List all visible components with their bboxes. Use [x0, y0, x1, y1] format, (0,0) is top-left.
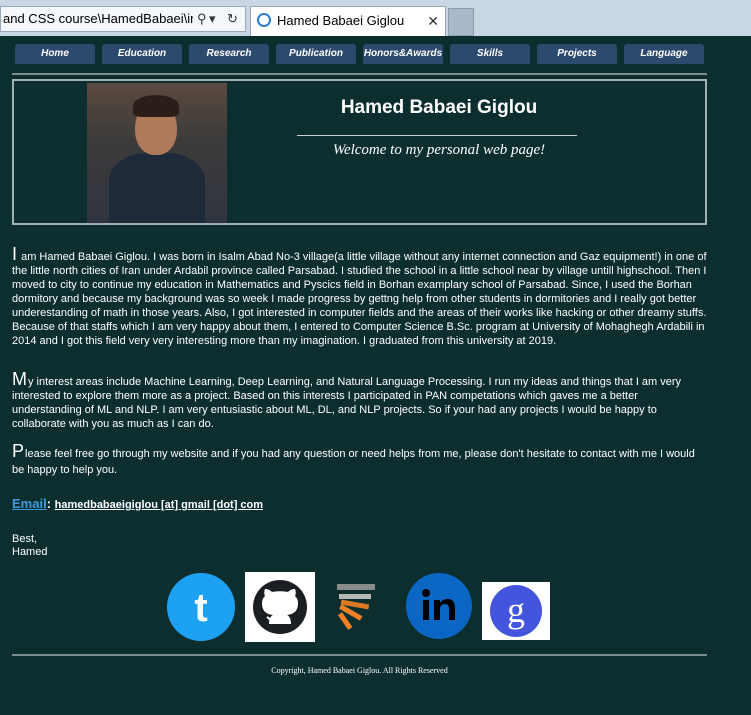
drop-cap: I — [12, 244, 18, 264]
bio-paragraph-2: My interest areas include Machine Learni… — [12, 369, 707, 431]
browser-toolbar: and CSS course\HamedBabaei\inde: ⚲ ▾ ↻ H… — [0, 0, 751, 36]
nav-research[interactable]: Research — [189, 44, 269, 64]
bio-text: y interest areas include Machine Learnin… — [12, 376, 682, 430]
drop-cap: P — [12, 441, 25, 461]
nav-home[interactable]: Home — [15, 44, 95, 64]
email-line: Email: hamedbabaeigiglou [at] gmail [dot… — [12, 496, 263, 511]
address-bar[interactable]: and CSS course\HamedBabaei\inde: ⚲ ▾ ↻ — [0, 6, 246, 32]
tab-title: Hamed Babaei Giglou — [277, 13, 405, 28]
email-separator: : — [46, 496, 55, 511]
signature-greeting: Best, — [12, 533, 38, 545]
nav-projects[interactable]: Projects — [537, 44, 617, 64]
linkedin-icon[interactable] — [405, 572, 473, 640]
signature: Best, Hamed — [12, 533, 47, 559]
footer-divider — [12, 654, 707, 656]
close-icon[interactable]: ✕ — [427, 7, 439, 35]
bio-paragraph-1: I am Hamed Babaei Giglou. I was born in … — [12, 244, 707, 348]
refresh-icon[interactable]: ↻ — [227, 7, 238, 31]
email-address-link[interactable]: hamedbabaeigiglou [at] gmail [dot] com — [55, 499, 263, 511]
search-icon[interactable]: ⚲ — [197, 7, 207, 31]
github-icon[interactable] — [245, 572, 315, 642]
nav-skills[interactable]: Skills — [450, 44, 530, 64]
welcome-text: Welcome to my personal web page! — [332, 142, 546, 158]
title-divider — [297, 135, 577, 136]
photo-hair — [133, 95, 179, 117]
google-scholar-icon[interactable]: g — [482, 582, 550, 640]
email-label[interactable]: Email — [12, 496, 47, 511]
photo-shirt — [109, 153, 205, 223]
twitter-icon[interactable]: t — [166, 572, 236, 642]
svg-text:t: t — [194, 586, 207, 630]
nav-language[interactable]: Language — [624, 44, 704, 64]
signature-name: Hamed — [12, 546, 48, 558]
svg-text:g: g — [507, 590, 525, 630]
divider — [12, 73, 707, 75]
address-text: and CSS course\HamedBabaei\inde: — [3, 11, 193, 26]
bio-text: am Hamed Babaei Giglou. I was born in Is… — [12, 251, 707, 347]
nav-publication[interactable]: Publication — [276, 44, 356, 64]
bio-text: lease feel free go through my website an… — [12, 448, 695, 476]
page-title: Hamed Babaei Giglou — [340, 97, 538, 118]
browser-tab[interactable]: Hamed Babaei Giglou ✕ — [250, 6, 446, 36]
nav-honors-awards[interactable]: Honors&Awards — [363, 44, 443, 64]
stackoverflow-icon[interactable] — [325, 572, 395, 642]
profile-header: Hamed Babaei Giglou Welcome to my person… — [12, 79, 707, 225]
dropdown-icon[interactable]: ▾ — [209, 7, 216, 31]
profile-photo — [87, 83, 227, 223]
copyright-text: Copyright, Hamed Babaei Giglou. All Righ… — [271, 666, 448, 675]
nav-education[interactable]: Education — [102, 44, 182, 64]
drop-cap: M — [12, 369, 27, 389]
new-tab-button[interactable] — [448, 8, 474, 36]
bio-paragraph-3: Please feel free go through my website a… — [12, 441, 707, 478]
ie-icon — [257, 13, 271, 27]
